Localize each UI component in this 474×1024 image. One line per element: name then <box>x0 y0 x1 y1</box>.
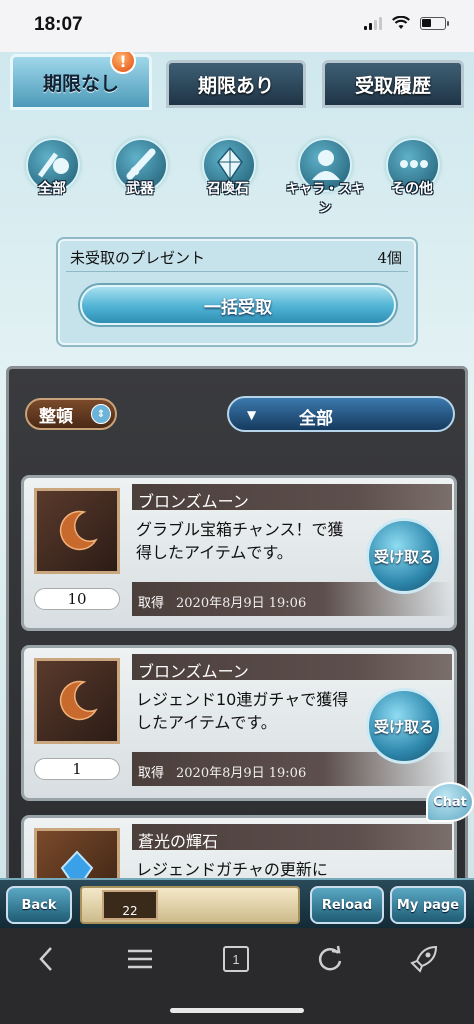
claim-label: 受け取る <box>373 717 434 736</box>
category-weapon[interactable]: 武器 <box>104 138 176 208</box>
item-name-bar: ブロンズムーン <box>132 484 452 511</box>
status-icons <box>364 16 449 30</box>
crescent-moon-icon <box>34 488 120 574</box>
category-other[interactable]: その他 <box>376 138 448 208</box>
unclaimed-summary: 未受取のプレゼント 4個 一括受取 <box>56 237 418 347</box>
item-quantity: 1 <box>34 758 120 780</box>
game-bottom-bar: Back 22 Reload My page <box>0 878 474 928</box>
item-description: レジェンド10連ガチャで獲得したアイテムです。 <box>136 690 349 732</box>
bulk-claim-label: 一括受取 <box>204 297 272 318</box>
player-status[interactable]: 22 <box>80 886 300 924</box>
present-item: ブロンズムーン レジェンド10連ガチャで獲得したアイテムです。 1 取得 202… <box>21 645 457 801</box>
tab-with-expiry[interactable]: 期限あり <box>166 60 306 108</box>
back-label: Back <box>21 897 57 913</box>
clock: 18:07 <box>34 14 83 35</box>
back-button[interactable]: Back <box>6 886 72 924</box>
home-indicator[interactable] <box>170 1008 304 1013</box>
filter-value: 全部 <box>299 409 333 429</box>
item-name-bar: ブロンズムーン <box>132 654 452 681</box>
reload-label: Reload <box>321 897 373 913</box>
reload-button[interactable]: Reload <box>310 886 384 924</box>
player-level: 22 <box>102 890 158 920</box>
present-item: ブロンズムーン グラブル宝箱チャンス！で獲得したアイテムです。 10 取得 20… <box>21 475 457 631</box>
category-label: 全部 <box>38 181 66 197</box>
category-label: 召喚石 <box>207 181 249 197</box>
item-name-bar: 蒼光の輝石 <box>132 824 452 851</box>
tabs-icon[interactable]: 1 <box>216 944 256 974</box>
item-description: グラブル宝箱チャンス！で獲得したアイテムです。 <box>136 520 344 562</box>
battery-icon <box>420 16 449 30</box>
sort-label: 整頓 <box>39 406 73 427</box>
dropdown-triangle-icon: ▼ <box>247 408 257 422</box>
sort-button[interactable]: 整頓 ⇕ <box>25 398 117 430</box>
menu-icon[interactable] <box>120 944 160 974</box>
item-name: ブロンズムーン <box>138 662 249 681</box>
category-label: キャラ・スキン <box>285 182 364 216</box>
refresh-icon[interactable] <box>310 944 350 974</box>
chat-label: Chat <box>433 794 467 810</box>
level-value: 22 <box>122 904 138 918</box>
filter-dropdown[interactable]: ▼ 全部 <box>227 396 455 432</box>
acquired-date: 2020年8月9日 19:06 <box>176 766 307 781</box>
chat-button[interactable]: Chat <box>426 782 474 822</box>
category-character-skin[interactable]: キャラ・スキン <box>282 138 368 216</box>
item-name: ブロンズムーン <box>138 492 249 511</box>
unclaimed-count: 4個 <box>377 249 402 267</box>
tab-label: 受取履歴 <box>354 74 431 97</box>
acquired-date: 2020年8月9日 19:06 <box>176 596 307 611</box>
cellular-signal-icon <box>364 16 382 30</box>
claim-button[interactable]: 受け取る <box>366 688 442 764</box>
status-bar: 18:07 <box>0 0 474 52</box>
mypage-button[interactable]: My page <box>390 886 466 924</box>
tab-label: 期限なし <box>42 72 119 95</box>
game-view: 期限なし ! 期限あり 受取履歴 全部 武器 召喚石 キャラ・スキン その他 未… <box>0 52 474 928</box>
divider <box>66 271 408 272</box>
rocket-icon[interactable] <box>404 944 444 974</box>
category-all[interactable]: 全部 <box>16 138 88 208</box>
bulk-claim-button[interactable]: 一括受取 <box>80 285 396 325</box>
acquired-label: 取得 <box>138 596 165 611</box>
crescent-moon-icon <box>34 658 120 744</box>
back-icon[interactable] <box>26 944 66 974</box>
claim-button[interactable]: 受け取る <box>366 518 442 594</box>
present-tabs: 期限なし ! 期限あり 受取履歴 <box>6 52 468 112</box>
item-quantity: 10 <box>34 588 120 610</box>
tab-label: 期限あり <box>197 74 274 97</box>
browser-toolbar: 1 <box>0 928 474 1024</box>
acquired-label: 取得 <box>138 766 165 781</box>
sort-toggle-icon: ⇕ <box>91 404 111 424</box>
claim-label: 受け取る <box>373 547 434 566</box>
category-summon[interactable]: 召喚石 <box>192 138 264 208</box>
tab-count: 1 <box>223 946 249 972</box>
unclaimed-title: 未受取のプレゼント <box>70 249 206 267</box>
wifi-icon <box>392 16 410 29</box>
mypage-label: My page <box>396 897 460 913</box>
present-list-panel: 整頓 ⇕ ▼ 全部 ブロンズムーン グラブル宝箱チャンス！で獲得したアイテムです… <box>6 366 468 928</box>
category-label: その他 <box>391 181 433 197</box>
tab-history[interactable]: 受取履歴 <box>322 60 464 108</box>
category-label: 武器 <box>126 181 154 197</box>
item-name: 蒼光の輝石 <box>138 832 219 851</box>
